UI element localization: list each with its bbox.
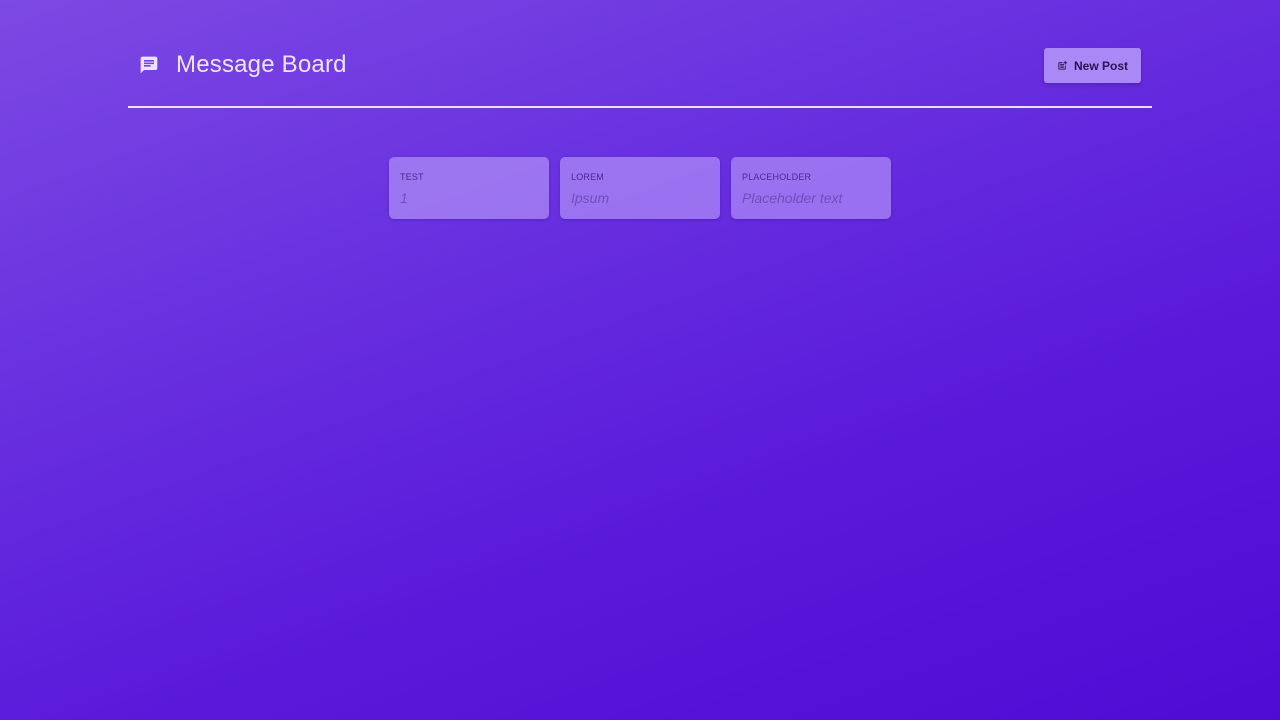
post-card[interactable]: Placeholder Placeholder text <box>731 157 891 219</box>
message-icon <box>139 55 159 75</box>
page-title: Message Board <box>176 51 347 78</box>
post-body: Placeholder text <box>742 190 843 206</box>
app-header: Message Board New Post <box>128 0 1152 108</box>
new-post-button[interactable]: New Post <box>1044 48 1141 83</box>
brand: Message Board <box>139 50 347 80</box>
post-card[interactable]: Test 1 <box>389 157 549 219</box>
post-title: Lorem <box>571 172 605 182</box>
post-body: 1 <box>400 190 408 206</box>
post-card[interactable]: Lorem Ipsum <box>560 157 720 219</box>
new-post-label: New Post <box>1073 58 1128 73</box>
post-list: Test 1 Lorem Ipsum Placeholder Placehold… <box>389 157 891 219</box>
post-title: Placeholder <box>742 172 812 182</box>
post-title: Test <box>400 172 424 182</box>
post-body: Ipsum <box>571 190 610 206</box>
post-add-icon <box>1057 60 1068 71</box>
